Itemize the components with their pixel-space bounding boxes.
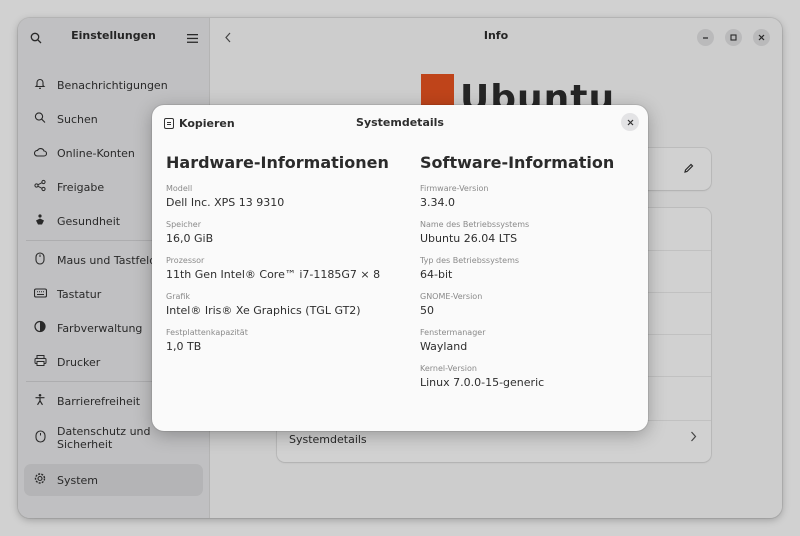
field-value: 11th Gen Intel® Core™ i7-1185G7 × 8: [166, 268, 381, 281]
field-key: Fenstermanager: [420, 328, 486, 337]
field-key: Grafik: [166, 292, 191, 301]
hardware-field: Prozessor 11th Gen Intel® Core™ i7-1185G…: [166, 256, 389, 281]
software-field: GNOME-Version 50: [420, 292, 614, 317]
software-field: Kernel-Version Linux 7.0.0-15-generic: [420, 364, 614, 389]
field-key: Prozessor: [166, 256, 205, 265]
field-key: Firmware-Version: [420, 184, 489, 193]
hardware-field: Modell Dell Inc. XPS 13 9310: [166, 184, 389, 209]
field-value: 50: [420, 304, 434, 317]
field-value: Wayland: [420, 340, 468, 353]
hardware-field: Festplattenkapazität 1,0 TB: [166, 328, 389, 353]
field-key: Festplattenkapazität: [166, 328, 248, 337]
field-value: Ubuntu 26.04 LTS: [420, 232, 518, 245]
dialog-title: Systemdetails: [356, 116, 444, 129]
field-value: 1,0 TB: [166, 340, 202, 353]
field-key: Modell: [166, 184, 193, 193]
field-key: Typ des Betriebssystems: [420, 256, 520, 265]
software-heading: Software-Information: [420, 153, 615, 172]
field-value: 64-bit: [420, 268, 453, 281]
hardware-field: Grafik Intel® Iris® Xe Graphics (TGL GT2…: [166, 292, 389, 317]
software-field: Name des Betriebssystems Ubuntu 26.04 LT…: [420, 220, 614, 245]
software-field: Fenstermanager Wayland: [420, 328, 614, 353]
field-value: Linux 7.0.0-15-generic: [420, 376, 545, 389]
software-field: Firmware-Version 3.34.0: [420, 184, 614, 209]
field-key: Speicher: [166, 220, 201, 229]
field-value: Dell Inc. XPS 13 9310: [166, 196, 285, 209]
hardware-heading: Hardware-Informationen: [166, 153, 389, 172]
field-value: 16,0 GiB: [166, 232, 214, 245]
software-field: Typ des Betriebssystems 64-bit: [420, 256, 614, 281]
hardware-column: Hardware-Informationen Modell Dell Inc. …: [166, 153, 389, 364]
field-key: GNOME-Version: [420, 292, 483, 301]
field-key: Name des Betriebssystems: [420, 220, 530, 229]
system-details-dialog: Kopieren Systemdetails Hardware-Informat…: [152, 105, 648, 431]
field-value: 3.34.0: [420, 196, 455, 209]
field-key: Kernel-Version: [420, 364, 477, 373]
field-value: Intel® Iris® Xe Graphics (TGL GT2): [166, 304, 361, 317]
software-column: Software-Information Firmware-Version 3.…: [420, 153, 614, 400]
hardware-field: Speicher 16,0 GiB: [166, 220, 389, 245]
close-icon[interactable]: [621, 113, 639, 131]
